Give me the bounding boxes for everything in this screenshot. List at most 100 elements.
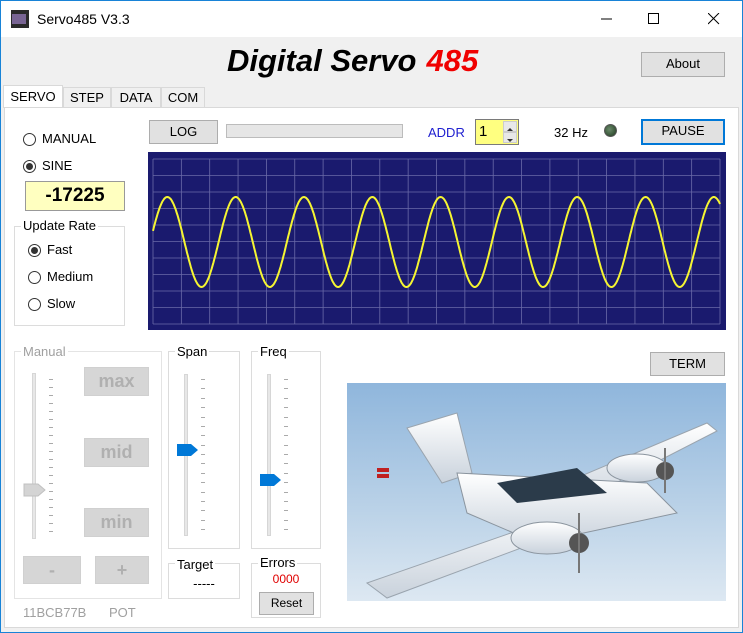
aircraft-photo [347,383,726,601]
slider-tick [284,397,288,399]
target-label: Target [175,557,216,572]
slider-tick [201,472,205,474]
decrement-button[interactable]: - [23,556,81,584]
manual-slider-track [32,373,36,539]
slider-tick [49,443,53,444]
manual-label: Manual [21,344,68,359]
slider-tick [49,467,53,468]
minimize-icon [601,18,612,20]
slider-tick [201,529,205,530]
slider-tick [49,395,53,396]
app-heading-number: 485 [426,43,479,78]
device-id: 11BCB77B [23,605,87,620]
slider-tick [284,379,288,380]
sample-rate-text: 32 Hz [554,125,588,140]
slider-tick [201,379,205,380]
slider-tick [49,459,53,460]
slider-tick [201,510,205,512]
freq-slider-thumb[interactable] [259,473,283,487]
about-button[interactable]: About [641,52,725,77]
slider-tick [49,507,53,508]
slider-tick [49,531,53,532]
slider-tick [284,407,288,409]
slider-tick [201,482,205,484]
slider-tick [49,515,53,516]
radio-medium-circle [28,271,41,284]
max-button[interactable]: max [84,367,149,396]
title-bar[interactable]: Servo485 V3.3 [1,1,742,37]
slider-tick [284,529,288,530]
min-button[interactable]: min [84,508,149,537]
reset-button[interactable]: Reset [259,592,314,615]
slider-tick [201,397,205,399]
app-heading-text: Digital Servo [227,43,417,78]
freq-slider-track [267,374,271,536]
slider-tick [284,510,288,512]
slider-tick [49,387,53,388]
slider-tick [201,454,205,455]
addr-label: ADDR [428,125,465,140]
slider-tick [201,425,205,427]
radio-sine[interactable]: SINE [23,158,72,173]
slider-tick [284,519,288,521]
slider-tick [284,454,288,455]
slider-tick [201,435,205,437]
pot-label: POT [109,605,136,620]
radio-sine-circle [23,160,36,173]
slider-tick [284,500,288,502]
slider-tick [284,388,288,390]
target-value: ----- [193,576,215,591]
slider-tick [49,475,53,476]
slider-tick [284,416,288,418]
slider-tick [284,491,288,493]
errors-value: 0000 [272,572,300,586]
radio-sine-label: SINE [42,158,73,173]
minimize-button[interactable] [584,1,630,37]
slider-tick [201,491,205,493]
tab-com[interactable]: COM [161,87,205,107]
freq-label: Freq [258,344,289,359]
tab-step[interactable]: STEP [63,87,111,107]
mid-button[interactable]: mid [84,438,149,467]
tab-data[interactable]: DATA [111,87,161,107]
pause-button[interactable]: PAUSE [641,119,725,145]
radio-slow[interactable]: Slow [28,296,75,311]
slider-tick [201,388,205,390]
slider-tick [49,427,53,428]
radio-fast[interactable]: Fast [28,242,72,257]
log-button[interactable]: LOG [149,120,218,144]
slider-tick [201,519,205,521]
position-value: -17225 [25,181,125,211]
radio-manual[interactable]: MANUAL [23,131,96,146]
radio-medium[interactable]: Medium [28,269,93,284]
slider-tick [201,463,205,465]
slider-tick [49,491,53,492]
increment-button[interactable]: + [95,556,149,584]
slider-tick [49,435,53,436]
radio-slow-label: Slow [47,296,76,311]
addr-spinner[interactable]: 1 [475,119,519,145]
app-heading: Digital Servo 485 [227,43,478,79]
tab-servo[interactable]: SERVO [3,85,63,108]
addr-up-button[interactable] [503,121,517,132]
slider-tick [284,482,288,484]
update-rate-label: Update Rate [21,218,98,233]
scope-background [148,152,726,330]
radio-fast-label: Fast [47,242,73,257]
app-window: Servo485 V3.3 Digital Servo 485 About SER… [0,0,743,633]
slider-tick [201,416,205,418]
slider-tick [284,435,288,437]
radio-slow-circle [28,298,41,311]
manual-slider-thumb[interactable] [23,483,47,497]
maximize-button[interactable] [631,1,677,37]
slider-tick [201,500,205,502]
slider-tick [49,483,53,484]
log-progress-bar [226,124,403,138]
slider-tick [284,472,288,474]
radio-fast-circle [28,244,41,257]
span-slider-thumb[interactable] [176,443,200,457]
errors-label: Errors [258,555,298,570]
close-button[interactable] [691,1,737,37]
term-button[interactable]: TERM [650,352,725,376]
addr-down-button[interactable] [503,132,517,143]
